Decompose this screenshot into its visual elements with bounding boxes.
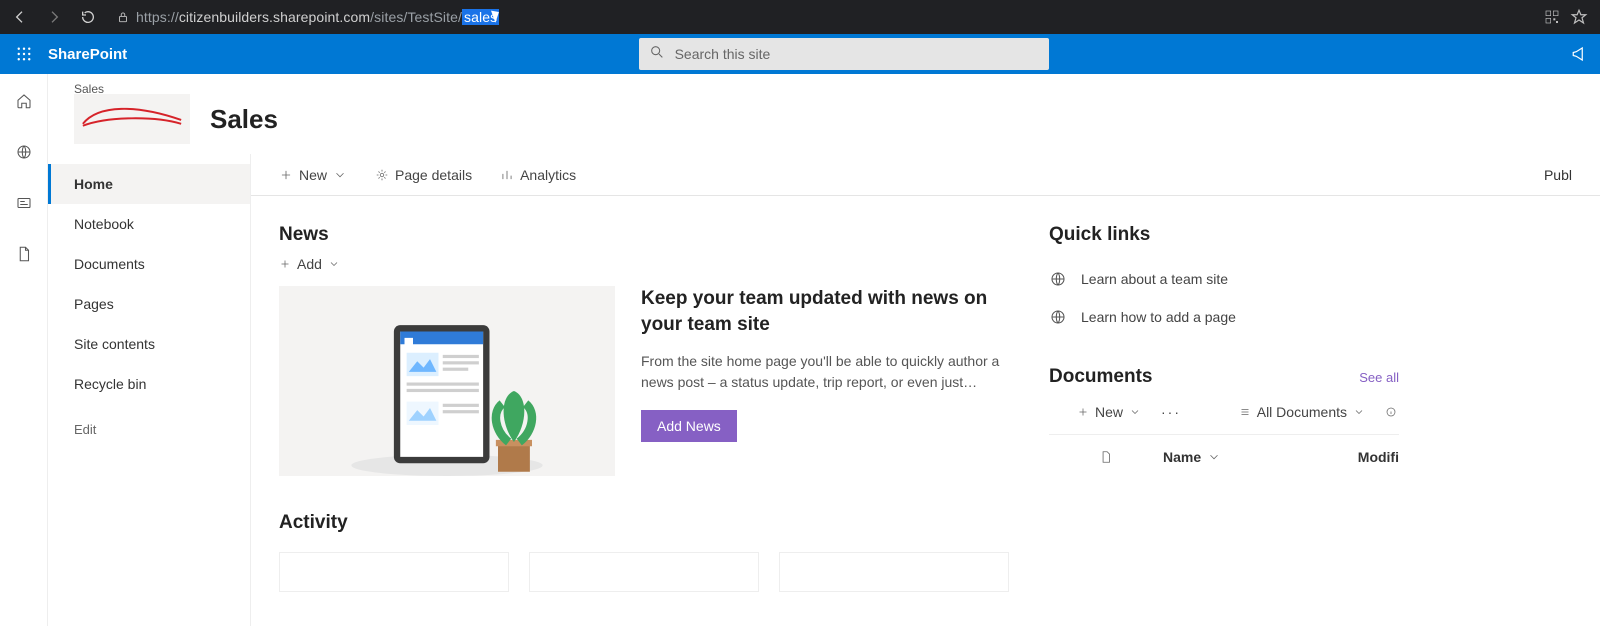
file-icon[interactable] [15, 245, 33, 268]
app-rail [0, 74, 48, 626]
activity-card[interactable] [279, 552, 509, 592]
news-headline: Keep your team updated with news on your… [641, 286, 1009, 337]
site-title: Sales [210, 104, 278, 135]
left-navigation: Home Notebook Documents Pages Site conte… [48, 154, 250, 626]
activity-card[interactable] [529, 552, 759, 592]
documents-new[interactable]: New [1077, 404, 1141, 420]
gear-icon [375, 168, 389, 182]
analytics-icon [500, 168, 514, 182]
site-logo[interactable] [74, 94, 190, 144]
chevron-down-icon [1207, 450, 1221, 464]
quicklink-team-site[interactable]: Learn about a team site [1049, 260, 1399, 298]
url-text: https://citizenbuilders.sharepoint.com/s… [136, 9, 500, 25]
info-icon [1385, 406, 1397, 418]
star-icon[interactable] [1570, 8, 1588, 26]
chevron-down-icon [333, 168, 347, 182]
home-icon[interactable] [15, 92, 33, 115]
activity-heading: Activity [279, 512, 1009, 534]
documents-heading: Documents [1049, 366, 1152, 388]
documents-info[interactable] [1385, 406, 1397, 418]
nav-documents[interactable]: Documents [48, 244, 250, 284]
documents-col-modified[interactable]: Modifi [1358, 449, 1399, 465]
search-input[interactable] [675, 46, 1039, 62]
nav-site-contents[interactable]: Site contents [48, 324, 250, 364]
news-heading: News [279, 224, 1009, 246]
news-illustration [279, 286, 615, 476]
add-news-button[interactable]: Add News [641, 410, 737, 442]
qr-icon[interactable] [1544, 9, 1560, 25]
suite-bar: SharePoint [0, 34, 1600, 74]
globe-icon[interactable] [15, 143, 33, 166]
quicklink-add-page[interactable]: Learn how to add a page [1049, 298, 1399, 336]
documents-more[interactable]: ··· [1161, 404, 1181, 420]
megaphone-icon[interactable] [1560, 45, 1600, 63]
documents-see-all[interactable]: See all [1359, 370, 1399, 385]
documents-col-name[interactable]: Name [1163, 449, 1221, 465]
nav-recycle-bin[interactable]: Recycle bin [48, 364, 250, 404]
documents-command-bar: New ··· All Documents [1049, 388, 1399, 435]
documents-column-header: Name Modifi [1049, 435, 1399, 465]
cmd-new[interactable]: New [279, 167, 347, 183]
plus-icon [279, 258, 291, 270]
chevron-down-icon [1353, 406, 1365, 418]
site-header: Sales Sales [48, 74, 1600, 154]
globe-icon [1049, 308, 1067, 326]
quicklinks-heading: Quick links [1049, 224, 1399, 246]
doc-type-icon [1099, 450, 1113, 464]
news-add[interactable]: Add [279, 256, 1009, 272]
app-launcher[interactable] [0, 45, 48, 63]
search-box[interactable] [639, 38, 1049, 70]
globe-icon [1049, 270, 1067, 288]
nav-home[interactable]: Home [48, 164, 250, 204]
nav-notebook[interactable]: Notebook [48, 204, 250, 244]
plus-icon [279, 168, 293, 182]
nav-edit[interactable]: Edit [48, 404, 250, 449]
cmd-publish[interactable]: Publ [1544, 167, 1572, 183]
forward-button[interactable] [42, 5, 66, 29]
cmd-analytics[interactable]: Analytics [500, 167, 576, 183]
news-body: From the site home page you'll be able t… [641, 351, 1009, 392]
browser-bar: https://citizenbuilders.sharepoint.com/s… [0, 0, 1600, 34]
documents-view-selector[interactable]: All Documents [1239, 404, 1365, 420]
nav-pages[interactable]: Pages [48, 284, 250, 324]
command-bar: New Page details Analytics Publ [251, 154, 1600, 196]
search-icon [649, 44, 665, 65]
brand-label[interactable]: SharePoint [48, 46, 127, 63]
chevron-down-icon [328, 258, 340, 270]
activity-card[interactable] [779, 552, 1009, 592]
back-button[interactable] [8, 5, 32, 29]
reload-button[interactable] [76, 5, 100, 29]
list-icon [1239, 406, 1251, 418]
news-rail-icon[interactable] [15, 194, 33, 217]
chevron-down-icon [1129, 406, 1141, 418]
cmd-page-details[interactable]: Page details [375, 167, 472, 183]
address-bar[interactable]: https://citizenbuilders.sharepoint.com/s… [110, 9, 1534, 25]
lock-icon [116, 10, 130, 24]
plus-icon [1077, 406, 1089, 418]
